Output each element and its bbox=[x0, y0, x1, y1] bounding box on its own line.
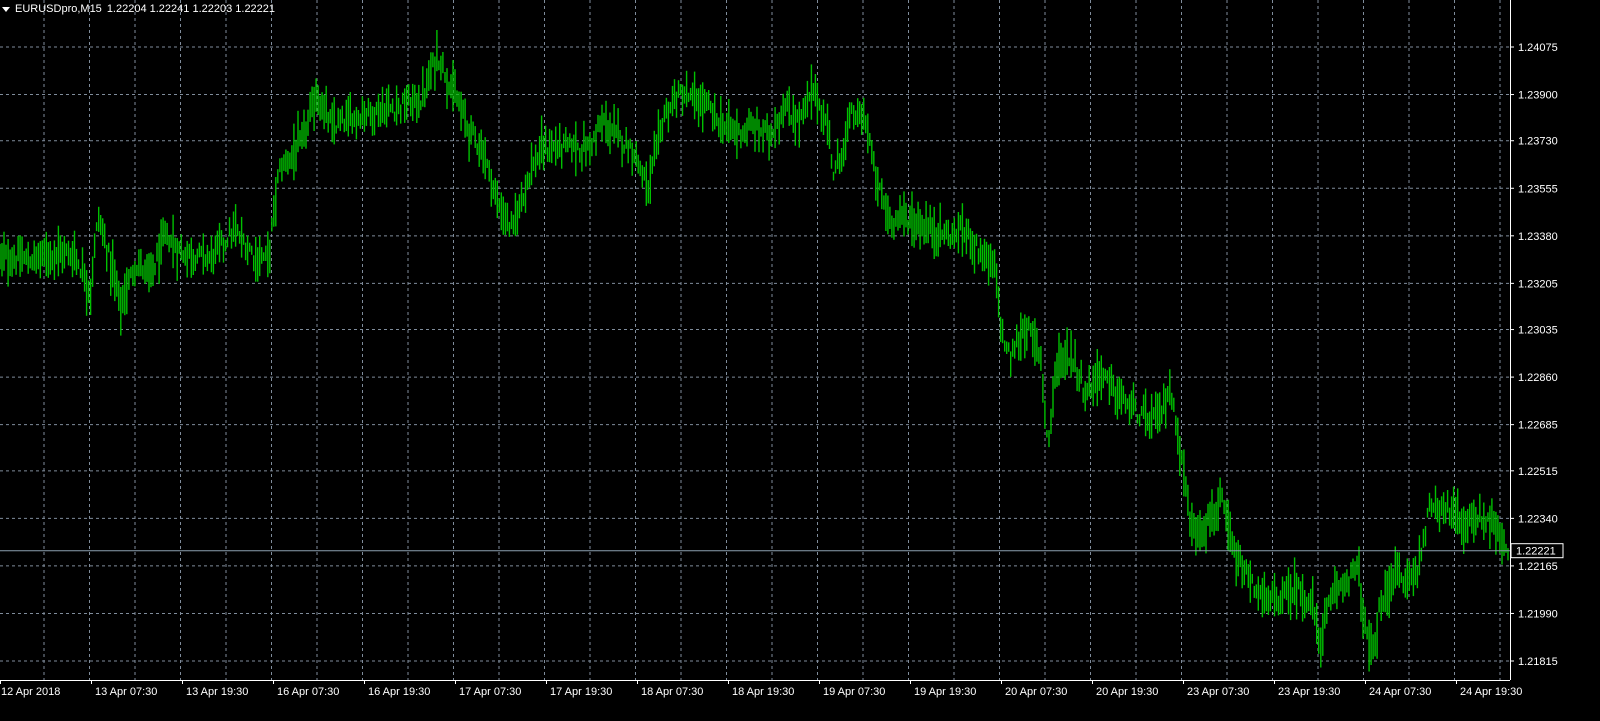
symbol-timeframe-label: EURUSDpro,M15 bbox=[15, 3, 102, 15]
time-tick-label: 13 Apr 19:30 bbox=[186, 686, 248, 698]
current-price-label: 1.22221 bbox=[1516, 546, 1556, 558]
price-tick-label: 1.22340 bbox=[1518, 513, 1558, 525]
price-tick-label: 1.22515 bbox=[1518, 466, 1558, 478]
ohlc-values: 1.22204 1.22241 1.22203 1.22221 bbox=[106, 3, 276, 15]
price-tick-label: 1.24075 bbox=[1518, 42, 1558, 54]
price-tick-label: 1.22165 bbox=[1518, 561, 1558, 573]
price-tick-label: 1.22685 bbox=[1518, 420, 1558, 432]
time-tick-label: 20 Apr 07:30 bbox=[1005, 686, 1067, 698]
time-tick-label: 23 Apr 07:30 bbox=[1187, 686, 1249, 698]
price-tick-label: 1.23380 bbox=[1518, 231, 1558, 243]
price-tick-label: 1.23205 bbox=[1518, 278, 1558, 290]
time-tick-label: 12 Apr 2018 bbox=[1, 686, 60, 698]
price-tick-label: 1.21990 bbox=[1518, 608, 1558, 620]
time-tick-label: 18 Apr 19:30 bbox=[732, 686, 794, 698]
time-tick-label: 23 Apr 19:30 bbox=[1278, 686, 1340, 698]
time-tick-label: 17 Apr 19:30 bbox=[550, 686, 612, 698]
time-tick-label: 17 Apr 07:30 bbox=[459, 686, 521, 698]
price-tick-label: 1.23900 bbox=[1518, 90, 1558, 102]
time-tick-label: 13 Apr 07:30 bbox=[95, 686, 157, 698]
price-tick-label: 1.23035 bbox=[1518, 325, 1558, 337]
time-tick-label: 18 Apr 07:30 bbox=[641, 686, 703, 698]
chart-header: EURUSDpro,M15 1.22204 1.22241 1.22203 1.… bbox=[2, 3, 275, 15]
chart-window[interactable]: 1.24075 1.23900 1.23730 1.23555 1.23380 1.232… bbox=[0, 0, 1600, 716]
price-tick-label: 1.23730 bbox=[1518, 136, 1558, 148]
dropdown-triangle-icon[interactable] bbox=[2, 6, 10, 12]
time-tick-label: 16 Apr 19:30 bbox=[368, 686, 430, 698]
time-tick-label: 19 Apr 07:30 bbox=[823, 686, 885, 698]
time-tick-label: 16 Apr 07:30 bbox=[277, 686, 339, 698]
time-tick-label: 24 Apr 07:30 bbox=[1369, 686, 1431, 698]
price-chart[interactable]: 1.24075 1.23900 1.23730 1.23555 1.23380 1.232… bbox=[0, 0, 1600, 716]
time-tick-label: 20 Apr 19:30 bbox=[1096, 686, 1158, 698]
time-tick-label: 24 Apr 19:30 bbox=[1460, 686, 1522, 698]
price-tick-label: 1.23555 bbox=[1518, 183, 1558, 195]
time-tick-label: 19 Apr 19:30 bbox=[914, 686, 976, 698]
price-tick-label: 1.21815 bbox=[1518, 656, 1558, 668]
price-tick-label: 1.22860 bbox=[1518, 372, 1558, 384]
